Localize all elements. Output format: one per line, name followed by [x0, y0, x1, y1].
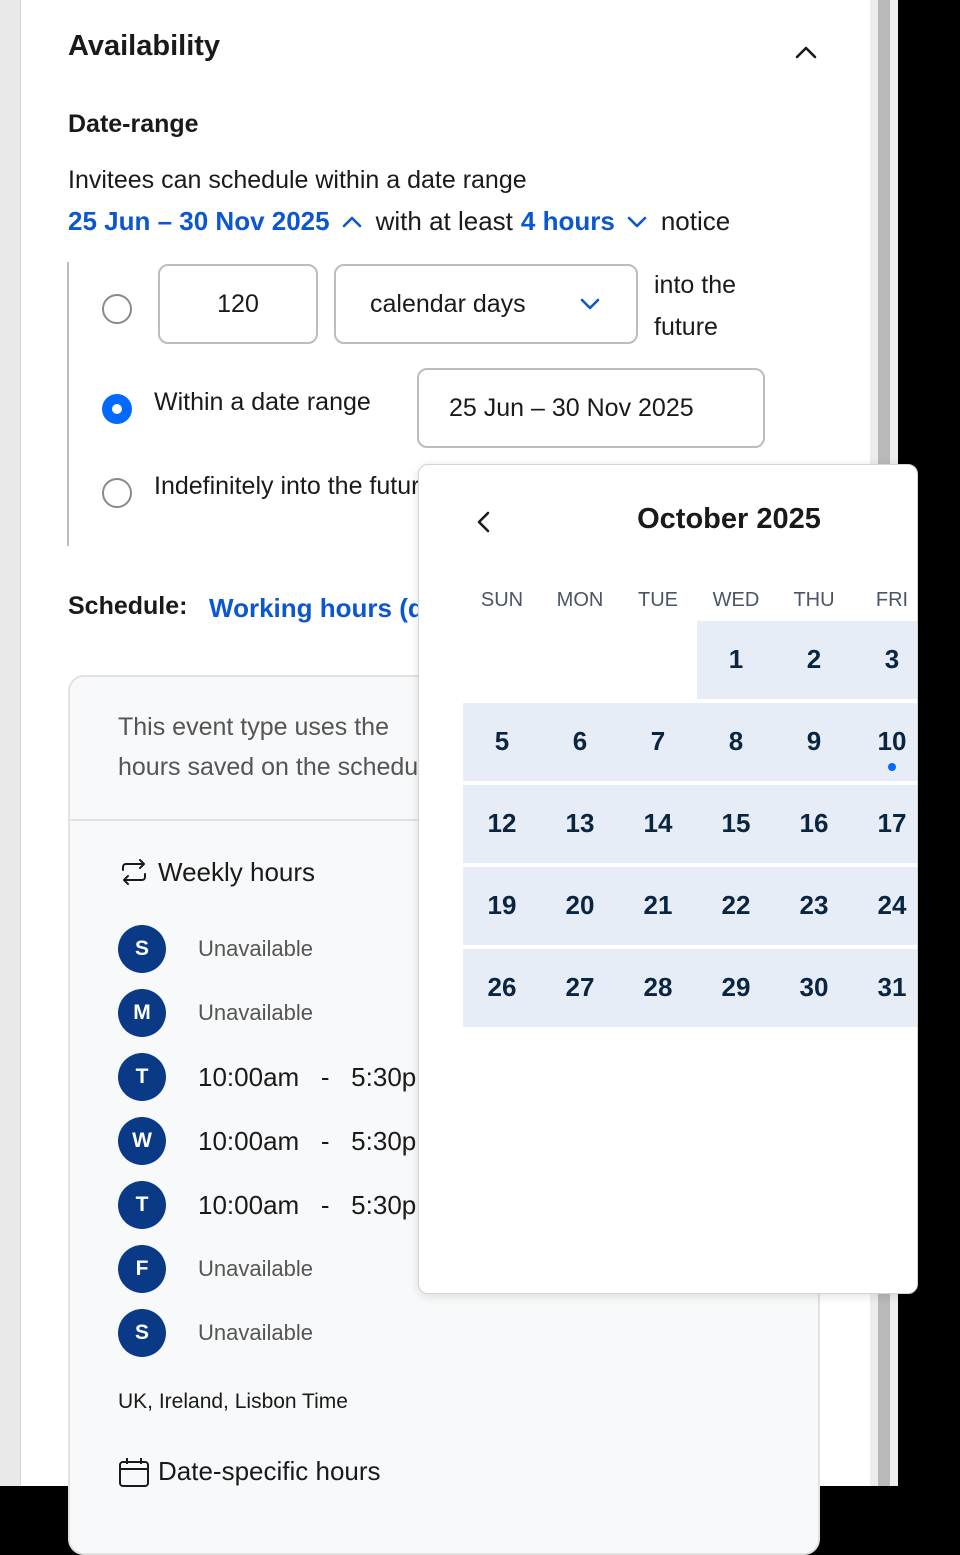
weekday-header: SUN [480, 589, 524, 611]
radio-indefinitely[interactable] [102, 478, 132, 508]
day-badge: T [118, 1053, 166, 1101]
calendar-day-number: 9 [806, 726, 822, 756]
calendar-day-number: 8 [728, 726, 744, 756]
day-hours: 10:00am - 5:30pm [198, 1189, 418, 1220]
day-badge: T [118, 1181, 166, 1229]
weekday-row-sunday: S Unavailable [118, 925, 313, 973]
weekday-header: THU [793, 589, 835, 611]
chevron-up-icon[interactable] [340, 210, 364, 234]
calendar-day-number: 6 [572, 726, 588, 756]
calendar-day-number: 1 [728, 644, 744, 674]
weekly-hours-header: Weekly hours [118, 856, 315, 888]
options-divider [67, 262, 69, 546]
calendar-day-number: 3 [884, 644, 900, 674]
calendar-day-number: 31 [877, 972, 907, 1002]
into-future-label: into the future [654, 264, 736, 348]
date-range-value: 25 Jun – 30 Nov 2025 [449, 393, 694, 422]
day-availability: Unavailable [198, 936, 313, 961]
weekday-row-tuesday: T 10:00am - 5:30pm [118, 1053, 418, 1101]
repeat-icon [122, 859, 146, 885]
chevron-left-icon[interactable] [471, 509, 497, 535]
weekday-header: TUE [638, 589, 678, 611]
into-future-line1: into the [654, 271, 737, 299]
notice-text: notice [660, 206, 731, 236]
date-range-input[interactable]: 25 Jun – 30 Nov 2025 [417, 368, 765, 448]
calendar-day-number: 28 [643, 972, 673, 1002]
weekday-row-thursday: T 10:00am - 5:30pm [118, 1181, 418, 1229]
into-future-line2: future [654, 313, 718, 341]
calendar-day-number: 12 [487, 808, 517, 838]
schedule-message-line1: This event type uses the [118, 713, 389, 741]
schedule-label: Schedule: [68, 592, 188, 620]
weekday-row-saturday: S Unavailable [118, 1309, 313, 1357]
notice-hours-toggle[interactable]: 4 hours [521, 206, 615, 237]
within-range-label[interactable]: Within a date range [154, 388, 371, 417]
calendar-day-number: 23 [799, 890, 829, 920]
day-badge: S [118, 925, 166, 973]
day-badge: M [118, 989, 166, 1037]
with-at-least-text: with at least [375, 206, 513, 236]
radio-within-range[interactable] [102, 394, 132, 424]
calendar-day-number: 15 [721, 808, 751, 838]
calendar-day-number: 17 [877, 808, 907, 838]
calendar-day-number: 26 [487, 972, 517, 1002]
availability-heading: Availability [68, 30, 221, 62]
calendar-day-number: 5 [494, 726, 510, 756]
calendar-day-number: 30 [799, 972, 829, 1002]
chevron-down-icon[interactable] [625, 210, 649, 234]
day-badge: F [118, 1245, 166, 1293]
date-range-toggle[interactable]: 25 Jun – 30 Nov 2025 [68, 206, 330, 237]
schedule-card-message: This event type uses the hours saved on … [118, 707, 428, 787]
calendar-day-number: 24 [877, 890, 907, 920]
availability-summary: 25 Jun – 30 Nov 2025 with at least 4 hou… [68, 206, 730, 237]
day-hours: 10:00am - 5:30pm [198, 1125, 418, 1156]
calendar-day-number: 13 [565, 808, 595, 838]
calendar-day-number: 10 [877, 726, 907, 756]
date-specific-title: Date-specific hours [158, 1456, 381, 1486]
indefinitely-label[interactable]: Indefinitely into the future [154, 472, 424, 501]
calendar-day-number: 29 [721, 972, 751, 1002]
background-left [0, 0, 20, 1486]
weekday-row-monday: M Unavailable [118, 989, 313, 1037]
weekday-header: WED [712, 589, 760, 611]
calendar-day-number: 21 [643, 890, 673, 920]
day-availability: Unavailable [198, 1320, 313, 1345]
calendar-day-number: 14 [643, 808, 673, 838]
radio-rolling-days[interactable] [102, 294, 132, 324]
calendar-day-number: 2 [806, 644, 822, 674]
day-badge: W [118, 1117, 166, 1165]
calendar-day-number: 16 [799, 808, 829, 838]
days-unit-value: calendar days [370, 289, 526, 318]
calendar-day-number: 19 [487, 890, 517, 920]
weekday-header: MON [556, 589, 604, 611]
today-indicator [888, 763, 896, 771]
date-specific-hours-header: Date-specific hours [118, 1456, 381, 1487]
calendar-day-number: 7 [650, 726, 666, 756]
days-count-value: 120 [217, 289, 259, 318]
calendar-icon [119, 1457, 149, 1487]
date-range-heading: Date-range [68, 110, 199, 138]
schedule-select-link[interactable]: Working hours (default) [209, 593, 419, 624]
chevron-down-icon [580, 298, 600, 310]
calendar-day-number: 22 [721, 890, 751, 920]
day-availability: Unavailable [198, 1256, 313, 1281]
weekday-row-friday: F Unavailable [118, 1245, 313, 1293]
calendar-day-number: 27 [565, 972, 595, 1002]
date-range-description: Invitees can schedule within a date rang… [68, 166, 527, 194]
days-count-input[interactable]: 120 [158, 264, 318, 344]
timezone-label: UK, Ireland, Lisbon Time [118, 1390, 348, 1413]
schedule-message-line2: hours saved on the schedule [118, 753, 428, 781]
weekly-hours-title: Weekly hours [158, 856, 316, 887]
chevron-up-icon[interactable] [792, 38, 820, 66]
day-hours: 10:00am - 5:30pm [198, 1061, 418, 1092]
day-badge: S [118, 1309, 166, 1357]
weekday-header: FRI [875, 589, 909, 611]
weekday-row-wednesday: W 10:00am - 5:30pm [118, 1117, 418, 1165]
calendar-month-title: October 2025 [637, 503, 821, 535]
date-picker-popover: October 2025 SUN MON TUE WED THU FRI 1 2 3 5 6 7 8 9 1… [418, 464, 918, 1294]
calendar-day-number: 20 [565, 890, 595, 920]
days-unit-select[interactable]: calendar days [334, 264, 638, 344]
day-availability: Unavailable [198, 1000, 313, 1025]
